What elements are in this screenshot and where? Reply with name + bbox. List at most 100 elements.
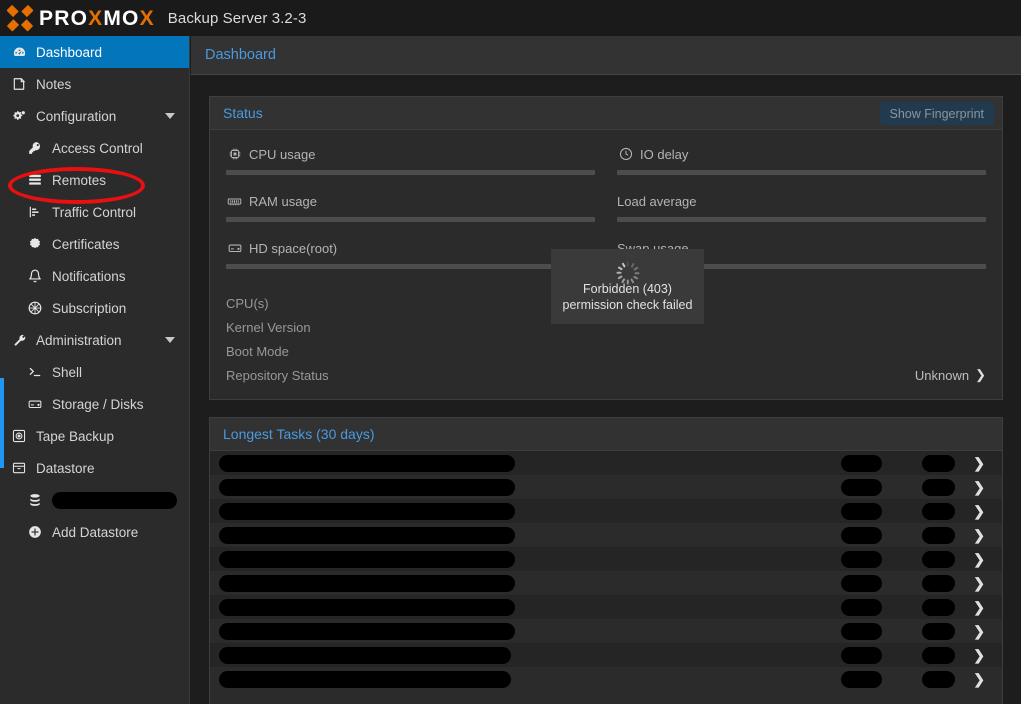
hdd-icon xyxy=(226,241,243,255)
sidebar-item-label: Shell xyxy=(52,364,83,380)
chevron-right-icon[interactable]: ❯ xyxy=(975,367,986,383)
wrench-icon xyxy=(9,333,29,347)
task-row[interactable]: ❯ xyxy=(210,571,1002,595)
sidebar-item-label: Traffic Control xyxy=(52,204,137,220)
redacted-task-duration xyxy=(841,646,882,664)
task-row[interactable]: ❯ xyxy=(210,643,1002,667)
breadcrumb-item-dashboard[interactable]: Dashboard xyxy=(205,47,276,63)
detail-value-wrap: Unknown ❯ xyxy=(915,367,986,383)
task-row[interactable]: ❯ xyxy=(210,667,1002,691)
sidebar-item-label: Configuration xyxy=(36,108,117,124)
key-icon xyxy=(25,141,45,155)
sidebar-item-subscription[interactable]: Subscription xyxy=(0,292,189,324)
chevron-right-icon[interactable]: ❯ xyxy=(973,552,985,566)
hdd-icon xyxy=(25,397,45,411)
task-row[interactable]: ❯ xyxy=(210,499,1002,523)
chevron-right-icon[interactable]: ❯ xyxy=(973,648,985,662)
chevron-down-icon[interactable] xyxy=(165,113,175,119)
certificate-icon xyxy=(25,237,45,251)
chevron-right-icon[interactable]: ❯ xyxy=(973,456,985,470)
detail-key: Kernel Version xyxy=(226,319,311,335)
status-panel: Status Show Fingerprint CPU usage RAM usa… xyxy=(209,96,1003,400)
chevron-down-icon[interactable] xyxy=(165,337,175,343)
status-panel-title: Status xyxy=(223,105,263,121)
task-row[interactable]: ❯ xyxy=(210,523,1002,547)
sidebar-item-label: Notifications xyxy=(52,268,126,284)
logo-text-x1: X xyxy=(88,6,104,30)
longest-tasks-list: ❯ ❯ ❯ ❯ ❯ ❯ ❯ ❯ ❯ ❯ xyxy=(210,451,1002,704)
main-content: Status Show Fingerprint CPU usage RAM usa… xyxy=(191,76,1021,704)
sidebar: Dashboard Notes Configuration Access Contro… xyxy=(0,36,190,704)
status-panel-header: Status Show Fingerprint xyxy=(210,97,1002,130)
redacted-task-duration xyxy=(841,526,882,544)
sidebar-item-remotes[interactable]: Remotes xyxy=(0,164,189,196)
task-row[interactable]: ❯ xyxy=(210,451,1002,475)
sidebar-item-notifications[interactable]: Notifications xyxy=(0,260,189,292)
sidebar-item-access-control[interactable]: Access Control xyxy=(0,132,189,164)
detail-row-repository-status[interactable]: Repository Status Unknown ❯ xyxy=(226,363,986,387)
sidebar-item-shell[interactable]: Shell xyxy=(0,356,189,388)
database-icon xyxy=(25,493,45,507)
chevron-right-icon[interactable]: ❯ xyxy=(973,624,985,638)
task-row[interactable]: ❯ xyxy=(210,475,1002,499)
sidebar-item-administration[interactable]: Administration xyxy=(0,324,189,356)
redacted-task-duration xyxy=(841,622,882,640)
ram-icon xyxy=(226,194,243,209)
cpu-icon xyxy=(226,147,243,161)
detail-value: Unknown xyxy=(914,367,970,383)
error-overlay-forbidden: Forbidden (403) permission check failed xyxy=(551,249,704,324)
detail-key: Boot Mode xyxy=(226,343,289,359)
terminal-icon xyxy=(25,365,45,379)
sidebar-item-add-datastore[interactable]: Add Datastore xyxy=(0,516,189,548)
status-gauges-left: CPU usage RAM usage HD space(root) xyxy=(226,144,595,285)
tape-icon xyxy=(9,429,29,443)
redacted-task-status xyxy=(922,574,955,592)
gauge-label-row: RAM usage xyxy=(226,191,595,211)
show-fingerprint-button[interactable]: Show Fingerprint xyxy=(879,102,994,125)
sidebar-item-configuration[interactable]: Configuration xyxy=(0,100,189,132)
detail-key: CPU(s) xyxy=(226,295,269,311)
sidebar-scrollbar[interactable] xyxy=(0,378,4,468)
redacted-task-name xyxy=(219,502,515,520)
logo-text-x2: X xyxy=(139,6,155,30)
logo-text-mo: MO xyxy=(103,6,140,30)
breadcrumb: Dashboard xyxy=(191,36,1021,75)
sidebar-item-notes[interactable]: Notes xyxy=(0,68,189,100)
sidebar-item-tape-backup[interactable]: Tape Backup xyxy=(0,420,189,452)
redacted-task-status xyxy=(922,454,955,472)
gears-icon xyxy=(9,109,29,124)
clock-icon xyxy=(617,147,634,161)
task-row[interactable]: ❯ xyxy=(210,547,1002,571)
sidebar-item-certificates[interactable]: Certificates xyxy=(0,228,189,260)
redacted-task-duration xyxy=(841,574,882,592)
redacted-task-name xyxy=(219,646,511,664)
redacted-task-status xyxy=(922,670,955,688)
sidebar-item-label: Certificates xyxy=(52,236,120,252)
sidebar-item-label: Storage / Disks xyxy=(52,396,144,412)
gauge-progress-track xyxy=(617,217,986,222)
detail-key: Repository Status xyxy=(226,367,329,383)
chevron-right-icon[interactable]: ❯ xyxy=(973,504,985,518)
proxmox-x-logo xyxy=(6,4,34,32)
sidebar-item-datastore[interactable]: Datastore xyxy=(0,452,189,484)
server-rack-icon xyxy=(25,173,45,187)
redacted-task-duration xyxy=(841,598,882,616)
chevron-right-icon[interactable]: ❯ xyxy=(973,600,985,614)
sidebar-nav-list: Dashboard Notes Configuration Access Contro… xyxy=(0,36,189,548)
sidebar-item-dashboard[interactable]: Dashboard xyxy=(0,36,189,68)
redacted-task-name xyxy=(219,550,515,568)
task-row[interactable]: ❯ xyxy=(210,595,1002,619)
redacted-task-name xyxy=(219,478,515,496)
redacted-task-status xyxy=(922,526,955,544)
chevron-right-icon[interactable]: ❯ xyxy=(973,480,985,494)
gauge-hd-space-root: HD space(root) xyxy=(226,238,595,269)
redacted-task-status xyxy=(922,478,955,496)
chevron-right-icon[interactable]: ❯ xyxy=(973,672,985,686)
chevron-right-icon[interactable]: ❯ xyxy=(973,576,985,590)
sidebar-item-label: Dashboard xyxy=(36,44,103,60)
sidebar-item-datastore-redacted[interactable] xyxy=(0,484,189,516)
sidebar-item-storage-disks[interactable]: Storage / Disks xyxy=(0,388,189,420)
task-row[interactable]: ❯ xyxy=(210,619,1002,643)
sidebar-item-traffic-control[interactable]: Traffic Control xyxy=(0,196,189,228)
chevron-right-icon[interactable]: ❯ xyxy=(973,528,985,542)
